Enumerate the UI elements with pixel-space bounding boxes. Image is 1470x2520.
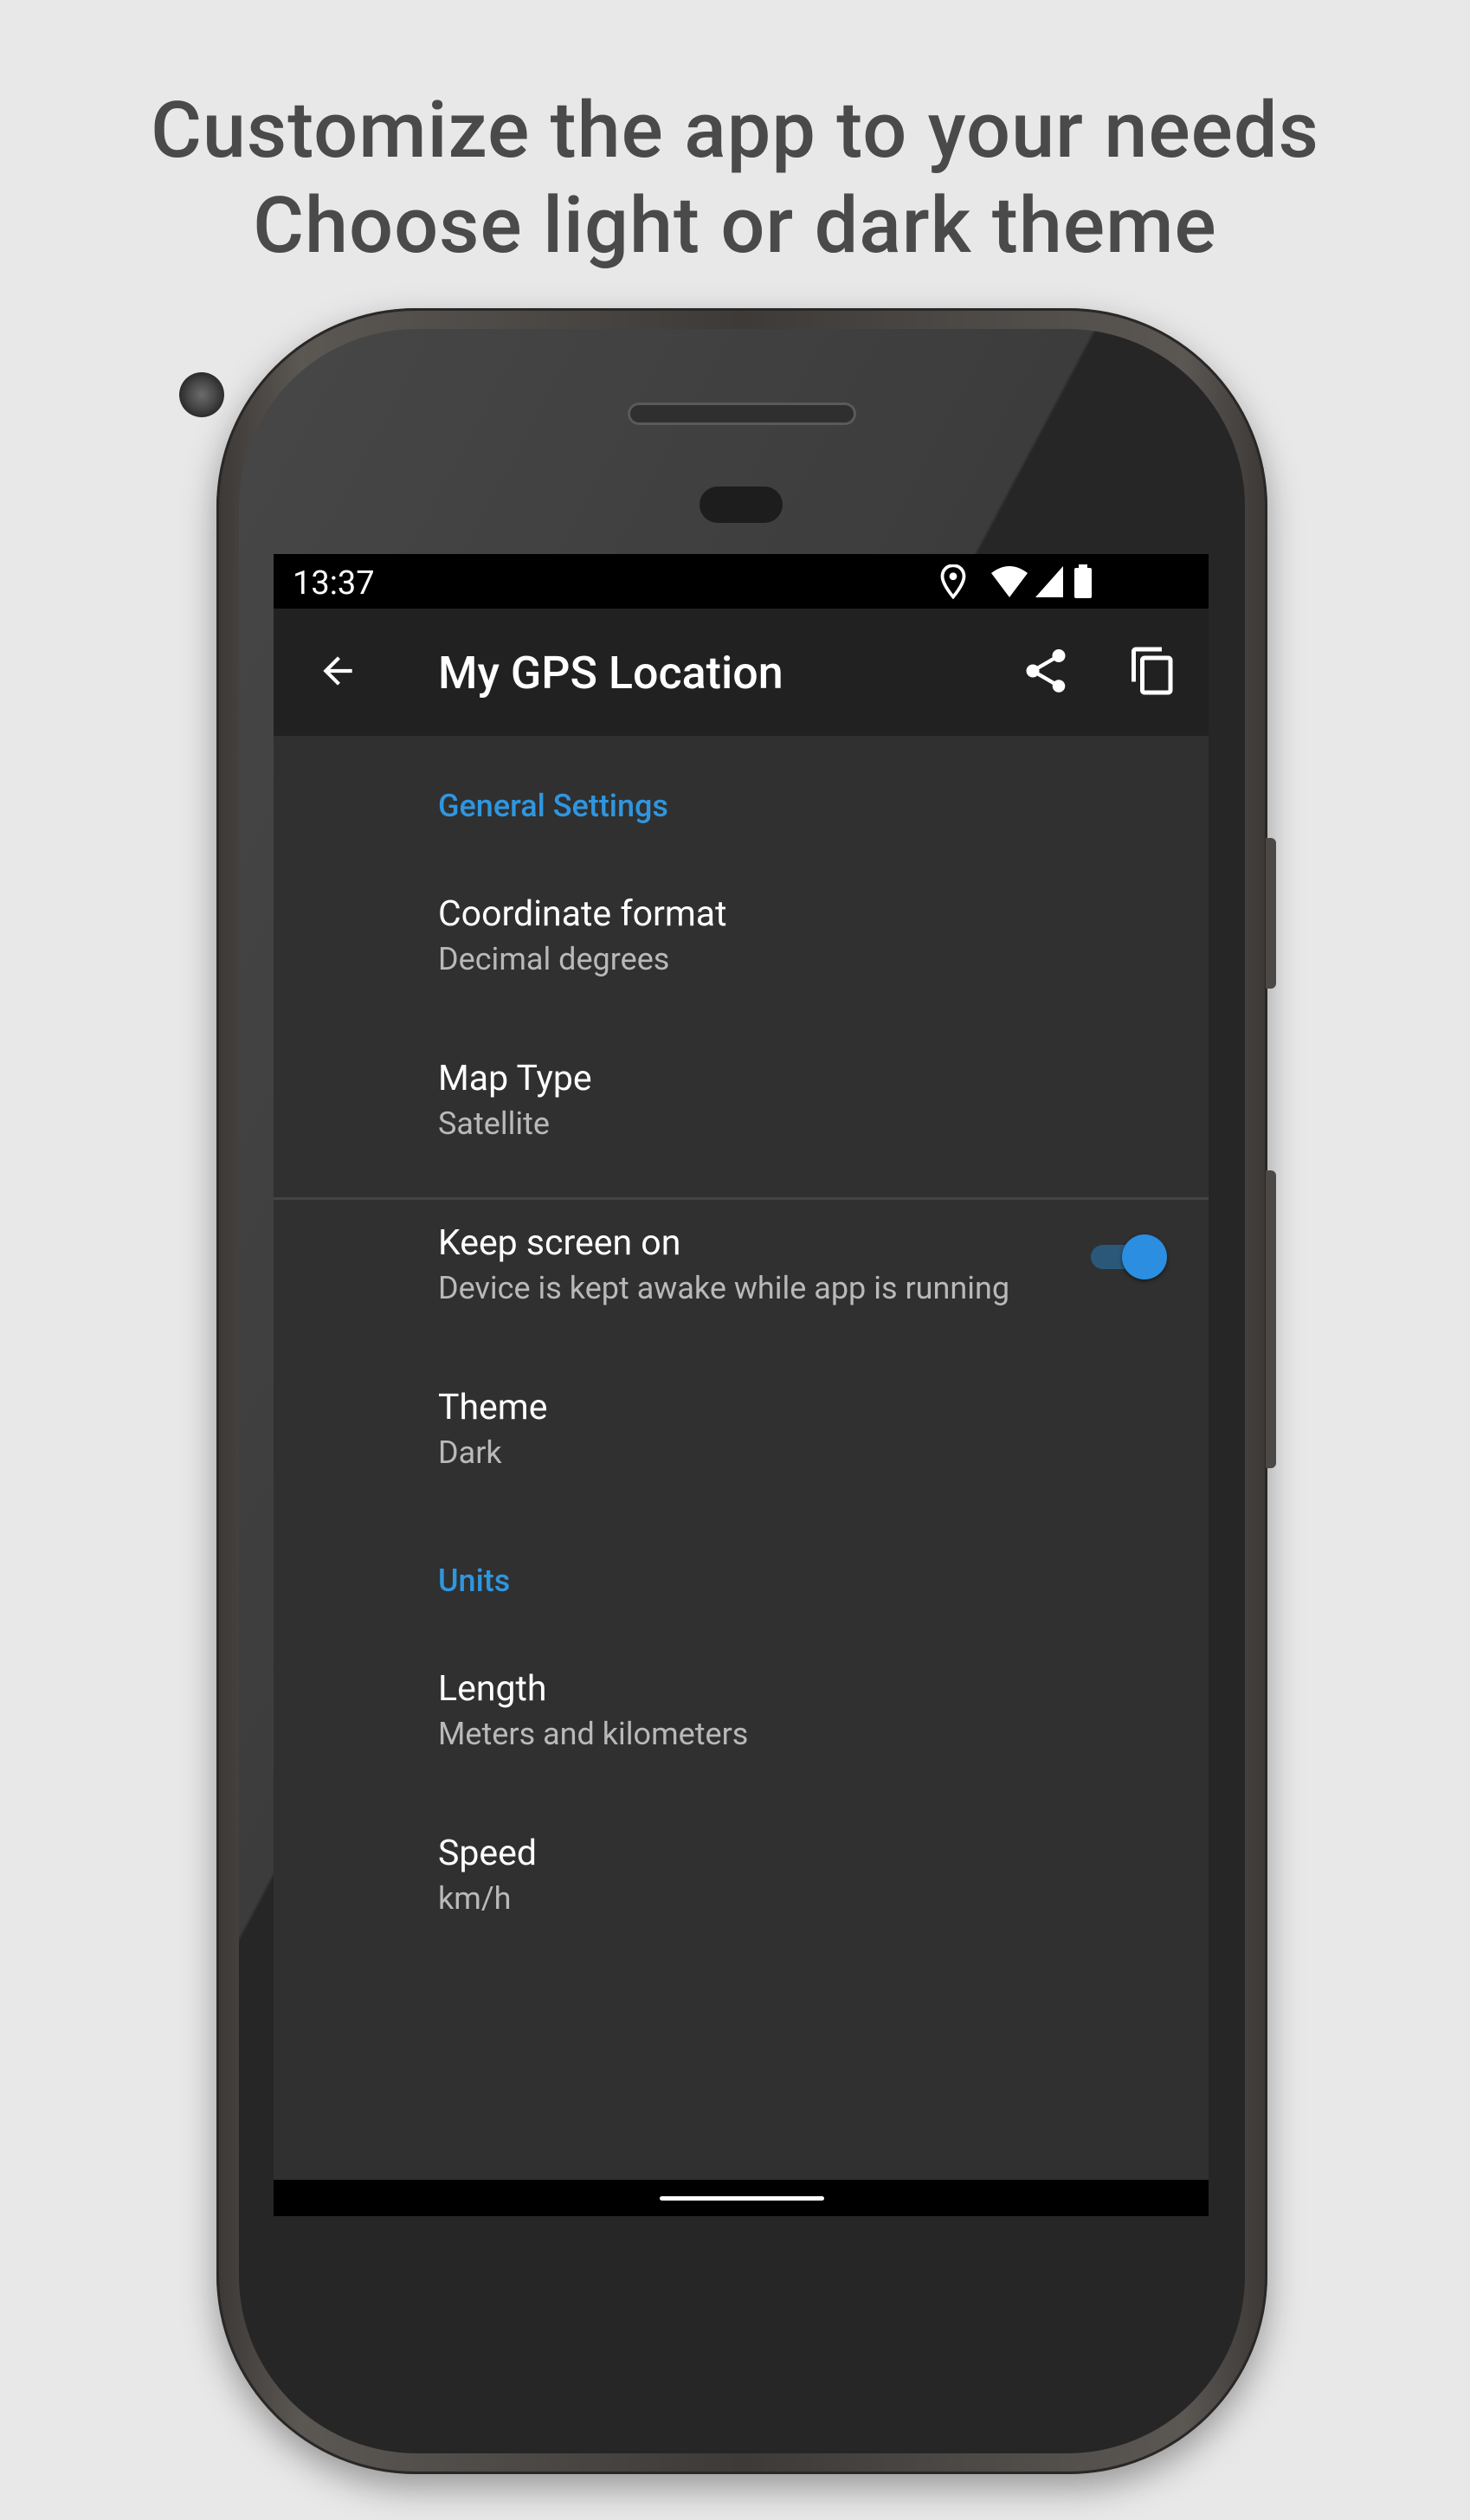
wifi-icon (990, 564, 1028, 603)
pref-speed[interactable]: Speed km/h (438, 1831, 1174, 1921)
home-gesture-handle[interactable] (660, 2196, 824, 2201)
phone-screen: 13:37 My GPS Location General Settings C… (274, 554, 1209, 2216)
headline-line-1: Customize the app to your needs (151, 85, 1319, 176)
share-icon (1020, 645, 1072, 700)
pref-keep-screen-on[interactable]: Keep screen on Device is kept awake whil… (438, 1221, 1174, 1311)
copy-icon (1127, 645, 1179, 700)
navigation-bar (274, 2180, 1209, 2216)
pref-summary: Meters and kilometers (438, 1716, 749, 1752)
toggle-thumb (1122, 1234, 1167, 1279)
pref-coordinate-format[interactable]: Coordinate format Decimal degrees (438, 892, 1174, 982)
pref-title: Theme (438, 1387, 548, 1428)
headline-line-2: Choose light or dark theme (253, 180, 1217, 271)
pref-title: Keep screen on (438, 1222, 681, 1264)
earpiece-speaker (628, 403, 856, 425)
pref-title: Map Type (438, 1058, 592, 1099)
share-button[interactable] (1011, 638, 1080, 707)
app-title: My GPS Location (438, 647, 783, 699)
pref-summary: Satellite (438, 1105, 550, 1142)
category-units: Units (438, 1563, 511, 1599)
copy-button[interactable] (1119, 638, 1188, 707)
status-bar: 13:37 (274, 554, 1209, 609)
pref-summary: km/h (438, 1880, 512, 1917)
status-time: 13:37 (293, 564, 375, 603)
pref-title: Speed (438, 1833, 537, 1874)
proximity-sensor (700, 487, 783, 523)
back-arrow-icon (316, 649, 359, 696)
volume-button (1266, 1170, 1276, 1468)
pref-title: Length (438, 1668, 547, 1710)
app-bar: My GPS Location (274, 609, 1209, 736)
pref-length[interactable]: Length Meters and kilometers (438, 1666, 1174, 1756)
signal-icon (1034, 564, 1065, 603)
battery-icon (1073, 564, 1093, 603)
pref-title: Coordinate format (438, 893, 727, 935)
power-button (1266, 838, 1276, 989)
pref-summary: Decimal degrees (438, 941, 670, 977)
front-camera (179, 372, 224, 417)
promo-headline: Customize the app to your needs Choose l… (0, 83, 1470, 274)
category-general-settings: General Settings (438, 788, 668, 824)
pref-summary: Device is kept awake while app is runnin… (438, 1270, 1010, 1306)
location-icon (940, 564, 966, 603)
pref-summary: Dark (438, 1434, 502, 1471)
back-button[interactable] (303, 638, 372, 707)
list-divider (274, 1197, 1209, 1200)
keep-screen-on-toggle[interactable] (1091, 1231, 1167, 1283)
pref-map-type[interactable]: Map Type Satellite (438, 1056, 1174, 1146)
pref-theme[interactable]: Theme Dark (438, 1385, 1174, 1475)
